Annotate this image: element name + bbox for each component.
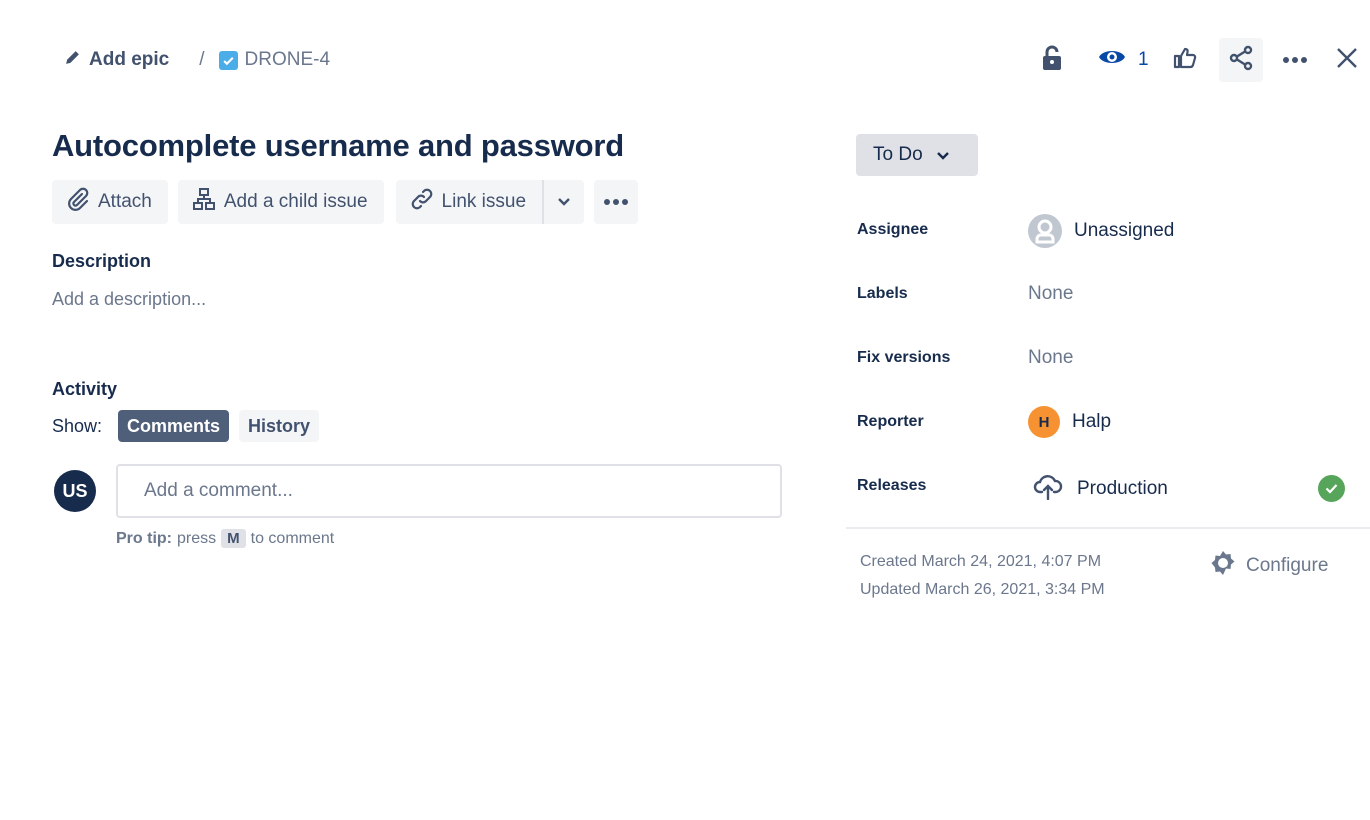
share-icon (1228, 45, 1254, 76)
pro-tip-pre: press (177, 529, 217, 547)
labels-label: Labels (857, 285, 908, 302)
reporter-avatar: H (1028, 406, 1060, 438)
labels-value: None (1028, 283, 1074, 304)
panel-divider (846, 527, 1370, 529)
reporter-value: Halp (1072, 411, 1112, 432)
close-icon (1336, 47, 1358, 74)
created-date: Created March 24, 2021, 4:07 PM (860, 553, 1102, 570)
assignee-label: Assignee (857, 221, 929, 238)
link-issue-button[interactable]: Link issue (395, 180, 543, 224)
pro-tip-post: to comment (250, 529, 335, 547)
vote-button[interactable] (1163, 38, 1207, 82)
attach-button[interactable]: Attach (52, 180, 168, 224)
assignee-value: Unassigned (1074, 220, 1175, 241)
more-issue-actions-button[interactable] (594, 180, 639, 224)
labels-field[interactable]: None (1028, 283, 1073, 305)
shortcut-key: M (221, 529, 246, 548)
tab-history[interactable]: History (239, 410, 320, 442)
add-child-label: Add a child issue (223, 191, 368, 212)
chevron-down-icon (936, 144, 949, 166)
cloud-upload-icon (1033, 472, 1063, 506)
more-actions-button[interactable] (1273, 38, 1317, 82)
configure-button[interactable]: Configure (1210, 550, 1328, 582)
breadcrumb: Add epic / DRONE-4 (64, 46, 330, 74)
activity-filter: Show: Comments History (52, 410, 320, 442)
current-user-avatar: US (54, 470, 96, 512)
configure-label: Configure (1246, 555, 1329, 576)
share-button[interactable] (1218, 38, 1263, 82)
thumbs-up-icon (1173, 46, 1197, 75)
issue-toolbar: 1 (1030, 38, 1369, 82)
releases-value: Production (1077, 478, 1168, 499)
close-button[interactable] (1325, 38, 1369, 82)
assignee-field[interactable]: Unassigned (1028, 214, 1174, 248)
show-label: Show: (52, 415, 103, 436)
attach-label: Attach (98, 191, 152, 212)
link-issue-split-button: Link issue (395, 180, 585, 224)
unassigned-avatar-icon (1028, 214, 1062, 248)
description-heading: Description (52, 251, 152, 271)
comment-input[interactable] (116, 464, 782, 518)
releases-field[interactable]: Production (1033, 472, 1168, 506)
add-epic-label: Add epic (89, 49, 170, 70)
link-issue-dropdown-button[interactable] (542, 180, 585, 224)
description-field[interactable]: Add a description... (52, 289, 206, 310)
task-type-icon (218, 50, 238, 70)
tab-comments[interactable]: Comments (118, 410, 230, 442)
more-icon (603, 193, 629, 211)
release-success-icon (1318, 475, 1345, 502)
eye-icon (1098, 47, 1126, 73)
unlock-icon (1041, 45, 1063, 76)
updated-date: Updated March 26, 2021, 3:34 PM (860, 581, 1105, 598)
watch-count: 1 (1138, 49, 1149, 70)
fix-versions-field[interactable]: None (1028, 347, 1073, 369)
status-label: To Do (873, 144, 923, 165)
pro-tip-label: Pro tip: (116, 529, 172, 547)
gear-icon (1210, 550, 1236, 582)
add-child-issue-button[interactable]: Add a child issue (177, 180, 384, 224)
issue-key-link[interactable]: DRONE-4 (218, 49, 331, 71)
issue-actions: Attach Add a child issue Link issue (52, 180, 639, 224)
watch-button[interactable]: 1 (1098, 47, 1149, 73)
chevron-down-icon (558, 193, 570, 211)
status-dropdown[interactable]: To Do (856, 134, 978, 176)
issue-key: DRONE-4 (244, 49, 331, 70)
pro-tip: Pro tip: press M to comment (116, 529, 334, 548)
paperclip-icon (66, 187, 90, 217)
fix-versions-label: Fix versions (857, 349, 951, 366)
releases-label: Releases (857, 477, 927, 494)
reporter-field[interactable]: H Halp (1028, 406, 1111, 438)
fix-versions-value: None (1028, 347, 1074, 368)
hierarchy-icon (192, 187, 216, 217)
activity-heading: Activity (52, 379, 118, 399)
more-icon (1282, 51, 1308, 69)
restrictions-button[interactable] (1030, 38, 1074, 82)
pencil-icon (64, 49, 81, 72)
link-icon (410, 187, 434, 217)
link-issue-label: Link issue (441, 191, 527, 212)
issue-title[interactable]: Autocomplete username and password (52, 128, 624, 164)
breadcrumb-separator: / (199, 49, 205, 70)
add-epic-link[interactable]: Add epic (64, 49, 169, 72)
reporter-label: Reporter (857, 413, 924, 430)
